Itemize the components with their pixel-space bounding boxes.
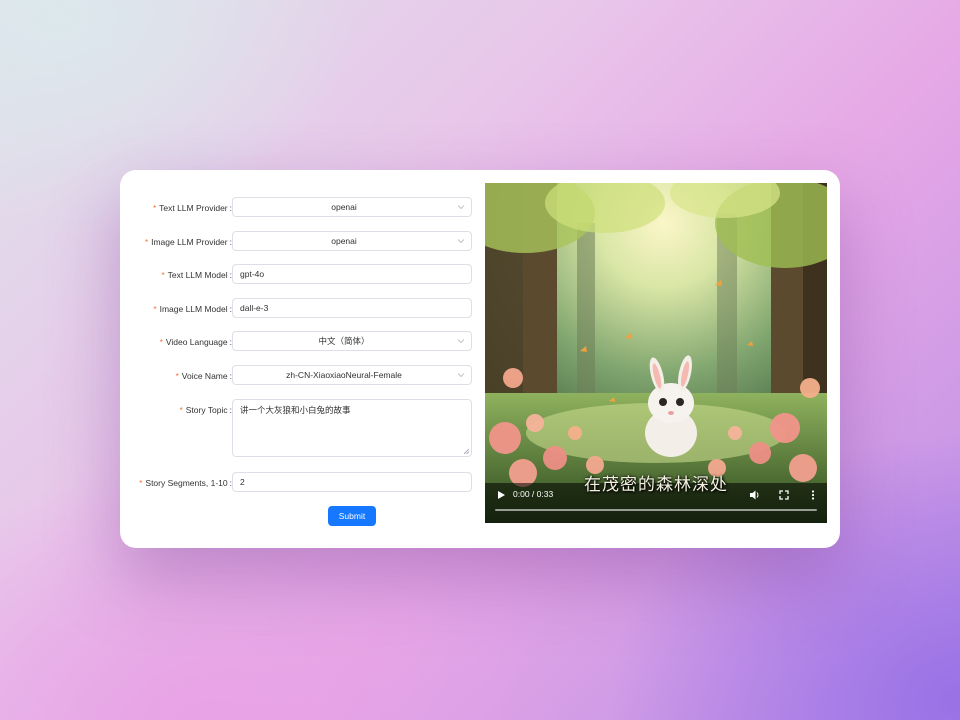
row-video-language: * Video Language: 中文（简体） [120, 331, 480, 353]
video-language-select[interactable]: 中文（简体） [232, 331, 472, 351]
required-mark: * [179, 406, 183, 415]
resize-grip-icon[interactable] [463, 448, 469, 454]
label-text: Text LLM Model [167, 270, 228, 280]
story-topic-textarea[interactable]: 讲一个大灰狼和小白兔的故事 [232, 399, 472, 457]
video-progress-track[interactable] [495, 509, 817, 511]
required-mark: * [159, 338, 163, 347]
voice-name-select[interactable]: zh-CN-XiaoxiaoNeural-Female [232, 365, 472, 385]
row-image-llm-model: * Image LLM Model: dall-e-3 [120, 298, 480, 320]
textarea-value: 讲一个大灰狼和小白兔的故事 [240, 405, 351, 415]
label-text: Video Language [165, 337, 228, 347]
image-llm-provider-select[interactable]: openai [232, 231, 472, 251]
row-story-segments: * Story Segments, 1-10: 2 [120, 472, 480, 494]
chevron-down-icon [457, 239, 465, 244]
required-mark: * [139, 479, 143, 488]
required-mark: * [153, 204, 157, 213]
label-story-topic: * Story Topic: [180, 399, 232, 421]
input-value: gpt-4o [240, 269, 265, 279]
more-vertical-icon[interactable] [807, 489, 819, 501]
label-text: Text LLM Provider [159, 203, 228, 213]
label-image-llm-provider: * Image LLM Provider: [145, 231, 232, 253]
label-text-llm-provider: * Text LLM Provider: [153, 197, 232, 219]
play-icon[interactable] [496, 490, 506, 500]
label-voice-name: * Voice Name: [176, 365, 232, 387]
input-value: 2 [240, 477, 245, 487]
volume-icon[interactable] [749, 489, 761, 501]
label-story-segments: * Story Segments, 1-10: [139, 472, 232, 494]
chevron-down-icon [457, 205, 465, 210]
row-text-llm-model: * Text LLM Model: gpt-4o [120, 264, 480, 286]
video-time: 0:00 / 0:33 [513, 489, 554, 499]
label-text-llm-model: * Text LLM Model: [162, 264, 233, 286]
row-story-topic: * Story Topic: 讲一个大灰狼和小白兔的故事 [120, 399, 480, 459]
image-llm-model-input[interactable]: dall-e-3 [232, 298, 472, 318]
select-value: openai [331, 236, 357, 246]
story-form: * Text LLM Provider: openai * Image LLM Pr… [120, 170, 480, 548]
text-llm-model-input[interactable]: gpt-4o [232, 264, 472, 284]
label-text: Story Segments, 1-10 [145, 478, 228, 488]
required-mark: * [153, 305, 157, 314]
text-llm-provider-select[interactable]: openai [232, 197, 472, 217]
video-controls: 0:00 / 0:33 [485, 483, 827, 523]
select-value: openai [331, 202, 357, 212]
chevron-down-icon [457, 339, 465, 344]
select-value: zh-CN-XiaoxiaoNeural-Female [286, 370, 402, 380]
required-mark: * [175, 372, 179, 381]
story-segments-input[interactable]: 2 [232, 472, 472, 492]
row-image-llm-provider: * Image LLM Provider: openai [120, 231, 480, 253]
chevron-down-icon [457, 373, 465, 378]
input-value: dall-e-3 [240, 303, 269, 313]
submit-button[interactable]: Submit [328, 506, 376, 526]
required-mark: * [161, 271, 165, 280]
label-text: Image LLM Provider [151, 237, 228, 247]
row-text-llm-provider: * Text LLM Provider: openai [120, 197, 480, 219]
select-value: 中文（简体） [318, 336, 370, 346]
fullscreen-icon[interactable] [778, 489, 790, 501]
row-voice-name: * Voice Name: zh-CN-XiaoxiaoNeural-Female [120, 365, 480, 387]
label-video-language: * Video Language: [160, 331, 232, 353]
story-generator-card: * Text LLM Provider: openai * Image LLM Pr… [120, 170, 840, 548]
label-text: Image LLM Model [159, 304, 228, 314]
video-player[interactable]: 在茂密的森林深处 0:00 / 0:33 [485, 183, 827, 523]
required-mark: * [144, 238, 149, 247]
label-image-llm-model: * Image LLM Model: [153, 298, 232, 320]
label-text: Voice Name [181, 371, 228, 381]
label-text: Story Topic [185, 405, 228, 415]
